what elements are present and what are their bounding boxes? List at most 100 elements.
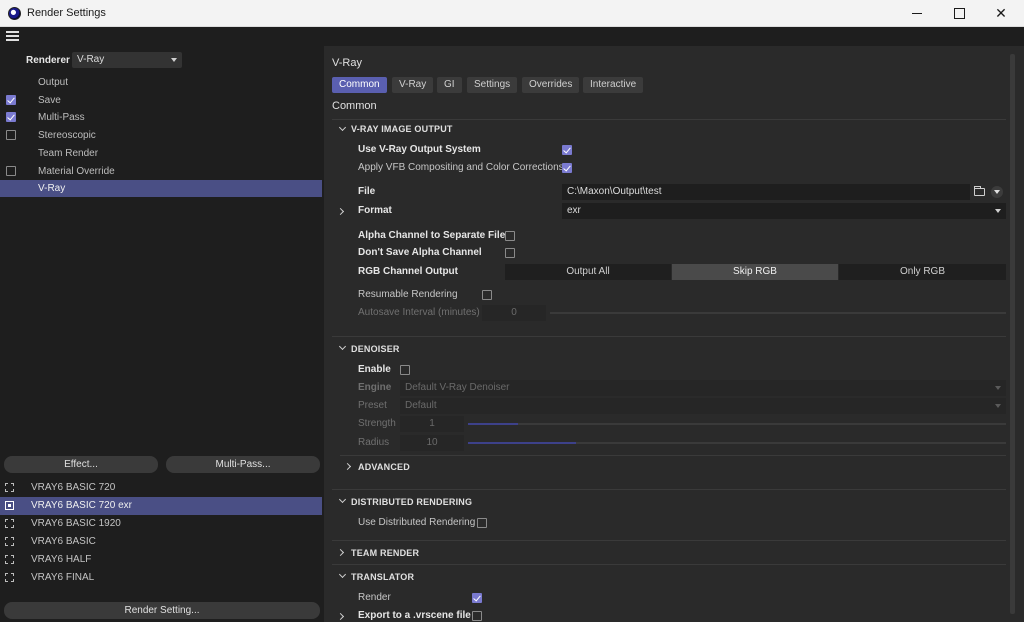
rgb-only-rgb-option[interactable]: Only RGB: [839, 264, 1006, 280]
alpha-separate-label: Alpha Channel to Separate File: [358, 230, 506, 241]
autosave-label: Autosave Interval (minutes): [358, 307, 480, 318]
preset-label: VRAY6 BASIC 720 exr: [31, 500, 132, 511]
multi-pass-button[interactable]: Multi-Pass...: [166, 456, 320, 473]
tree-item-multi-pass[interactable]: Multi-Pass: [0, 109, 322, 126]
engine-select[interactable]: Default V-Ray Denoiser: [400, 380, 1006, 396]
chevron-right-icon[interactable]: [343, 462, 352, 471]
section-denoiser-header[interactable]: DENOISER: [351, 342, 400, 356]
chevron-right-icon[interactable]: [336, 612, 345, 621]
preset-item[interactable]: VRAY6 FINAL: [0, 569, 322, 587]
rgb-output-all-option[interactable]: Output All: [505, 264, 671, 280]
stereoscopic-checkbox[interactable]: [6, 130, 16, 140]
radius-input[interactable]: 10: [400, 435, 464, 451]
resumable-label: Resumable Rendering: [358, 289, 458, 300]
hamburger-menu-icon[interactable]: [6, 31, 19, 42]
material-override-checkbox[interactable]: [6, 166, 16, 176]
render-preset-icon: [5, 483, 14, 492]
save-checkbox[interactable]: [6, 95, 16, 105]
file-path-input[interactable]: C:\Maxon\Output\test: [562, 184, 970, 200]
section-advanced-header[interactable]: ADVANCED: [358, 460, 410, 474]
preset-item[interactable]: VRAY6 BASIC: [0, 533, 322, 551]
minimize-button[interactable]: [896, 0, 938, 27]
chevron-down-icon[interactable]: [338, 123, 347, 132]
format-select[interactable]: exr: [562, 203, 1006, 219]
use-output-system-label: Use V-Ray Output System: [358, 144, 481, 155]
section-distributed-header[interactable]: DISTRIBUTED RENDERING: [351, 495, 472, 509]
section-divider: [332, 336, 1006, 337]
section-divider: [340, 455, 1006, 456]
render-setting-button[interactable]: Render Setting...: [4, 602, 320, 619]
engine-value: Default V-Ray Denoiser: [405, 382, 510, 393]
effect-button[interactable]: Effect...: [4, 456, 158, 473]
render-preset-icon: [5, 537, 14, 546]
chevron-down-icon[interactable]: [338, 342, 347, 351]
denoiser-enable-checkbox[interactable]: [400, 365, 410, 375]
denoiser-enable-label: Enable: [358, 364, 391, 375]
tab-common[interactable]: Common: [332, 77, 387, 93]
chevron-right-icon[interactable]: [336, 548, 345, 557]
preset-label: VRAY6 BASIC 1920: [31, 518, 121, 529]
strength-input[interactable]: 1: [400, 416, 464, 432]
engine-label: Engine: [358, 382, 392, 393]
tab-gi[interactable]: GI: [437, 77, 462, 93]
tree-item-label: Material Override: [38, 166, 115, 177]
chevron-down-icon[interactable]: [338, 495, 347, 504]
tree-item-stereoscopic[interactable]: Stereoscopic: [0, 127, 322, 144]
preset-select[interactable]: Default: [400, 398, 1006, 414]
chevron-right-icon[interactable]: [336, 207, 345, 216]
render-preset-icon: [5, 519, 14, 528]
tree-item-label: Stereoscopic: [38, 130, 96, 141]
tree-item-material-override[interactable]: Material Override: [0, 163, 322, 180]
distributed-use-checkbox[interactable]: [477, 518, 487, 528]
tab-interactive[interactable]: Interactive: [583, 77, 644, 93]
export-vrscene-checkbox[interactable]: [472, 611, 482, 621]
alpha-separate-checkbox[interactable]: [505, 231, 515, 241]
use-output-system-checkbox[interactable]: [562, 145, 572, 155]
section-team-render-header[interactable]: TEAM RENDER: [351, 546, 419, 560]
apply-vfb-checkbox[interactable]: [562, 163, 572, 173]
tree-item-save[interactable]: Save: [0, 92, 322, 109]
rgb-skip-rgb-option[interactable]: Skip RGB: [672, 264, 838, 280]
tree-item-output[interactable]: Output: [0, 74, 322, 91]
preset-label: VRAY6 BASIC: [31, 536, 96, 547]
multi-pass-checkbox[interactable]: [6, 112, 16, 122]
tree-item-label: Multi-Pass: [38, 112, 85, 123]
tab-settings[interactable]: Settings: [467, 77, 518, 93]
dont-save-alpha-label: Don't Save Alpha Channel: [358, 247, 482, 258]
autosave-slider[interactable]: [550, 312, 1006, 314]
preset-item[interactable]: VRAY6 BASIC 720: [0, 479, 322, 497]
renderer-value: V-Ray: [77, 54, 105, 65]
preset-item[interactable]: VRAY6 BASIC 1920: [0, 515, 322, 533]
translator-render-checkbox[interactable]: [472, 593, 482, 603]
dont-save-alpha-checkbox[interactable]: [505, 248, 515, 258]
close-button[interactable]: ✕: [980, 0, 1022, 27]
preset-label: VRAY6 BASIC 720: [31, 482, 116, 493]
tree-item-label: Output: [38, 77, 69, 88]
chevron-down-icon: [995, 386, 1001, 390]
renderer-select[interactable]: V-Ray: [72, 52, 182, 68]
section-translator-header[interactable]: TRANSLATOR: [351, 570, 414, 584]
file-options-dropdown-icon[interactable]: [991, 186, 1003, 198]
tree-item-team-render[interactable]: Team Render: [0, 145, 322, 162]
tree-item-vray[interactable]: V-Ray: [0, 180, 322, 197]
preset-label: VRAY6 HALF: [31, 554, 92, 565]
tab-vray[interactable]: V-Ray: [392, 77, 434, 93]
strength-slider[interactable]: [468, 423, 1006, 425]
apply-vfb-label: Apply VFB Compositing and Color Correcti…: [358, 162, 564, 173]
format-value: exr: [567, 205, 581, 216]
preset-value: Default: [405, 400, 437, 411]
section-image-output-header[interactable]: V-RAY IMAGE OUTPUT: [351, 122, 453, 136]
format-label: Format: [358, 205, 392, 216]
autosave-input[interactable]: 0: [482, 305, 546, 321]
folder-icon[interactable]: [974, 186, 985, 196]
maximize-button[interactable]: [938, 0, 980, 27]
tree-item-label: Team Render: [38, 148, 99, 159]
preset-item[interactable]: VRAY6 BASIC 720 exr: [0, 497, 322, 515]
preset-label: VRAY6 FINAL: [31, 572, 95, 583]
tab-overrides[interactable]: Overrides: [522, 77, 580, 93]
chevron-down-icon[interactable]: [338, 570, 347, 579]
radius-slider-fill: [468, 442, 576, 444]
resumable-checkbox[interactable]: [482, 290, 492, 300]
preset-item[interactable]: VRAY6 HALF: [0, 551, 322, 569]
vertical-scrollbar[interactable]: [1010, 54, 1015, 614]
